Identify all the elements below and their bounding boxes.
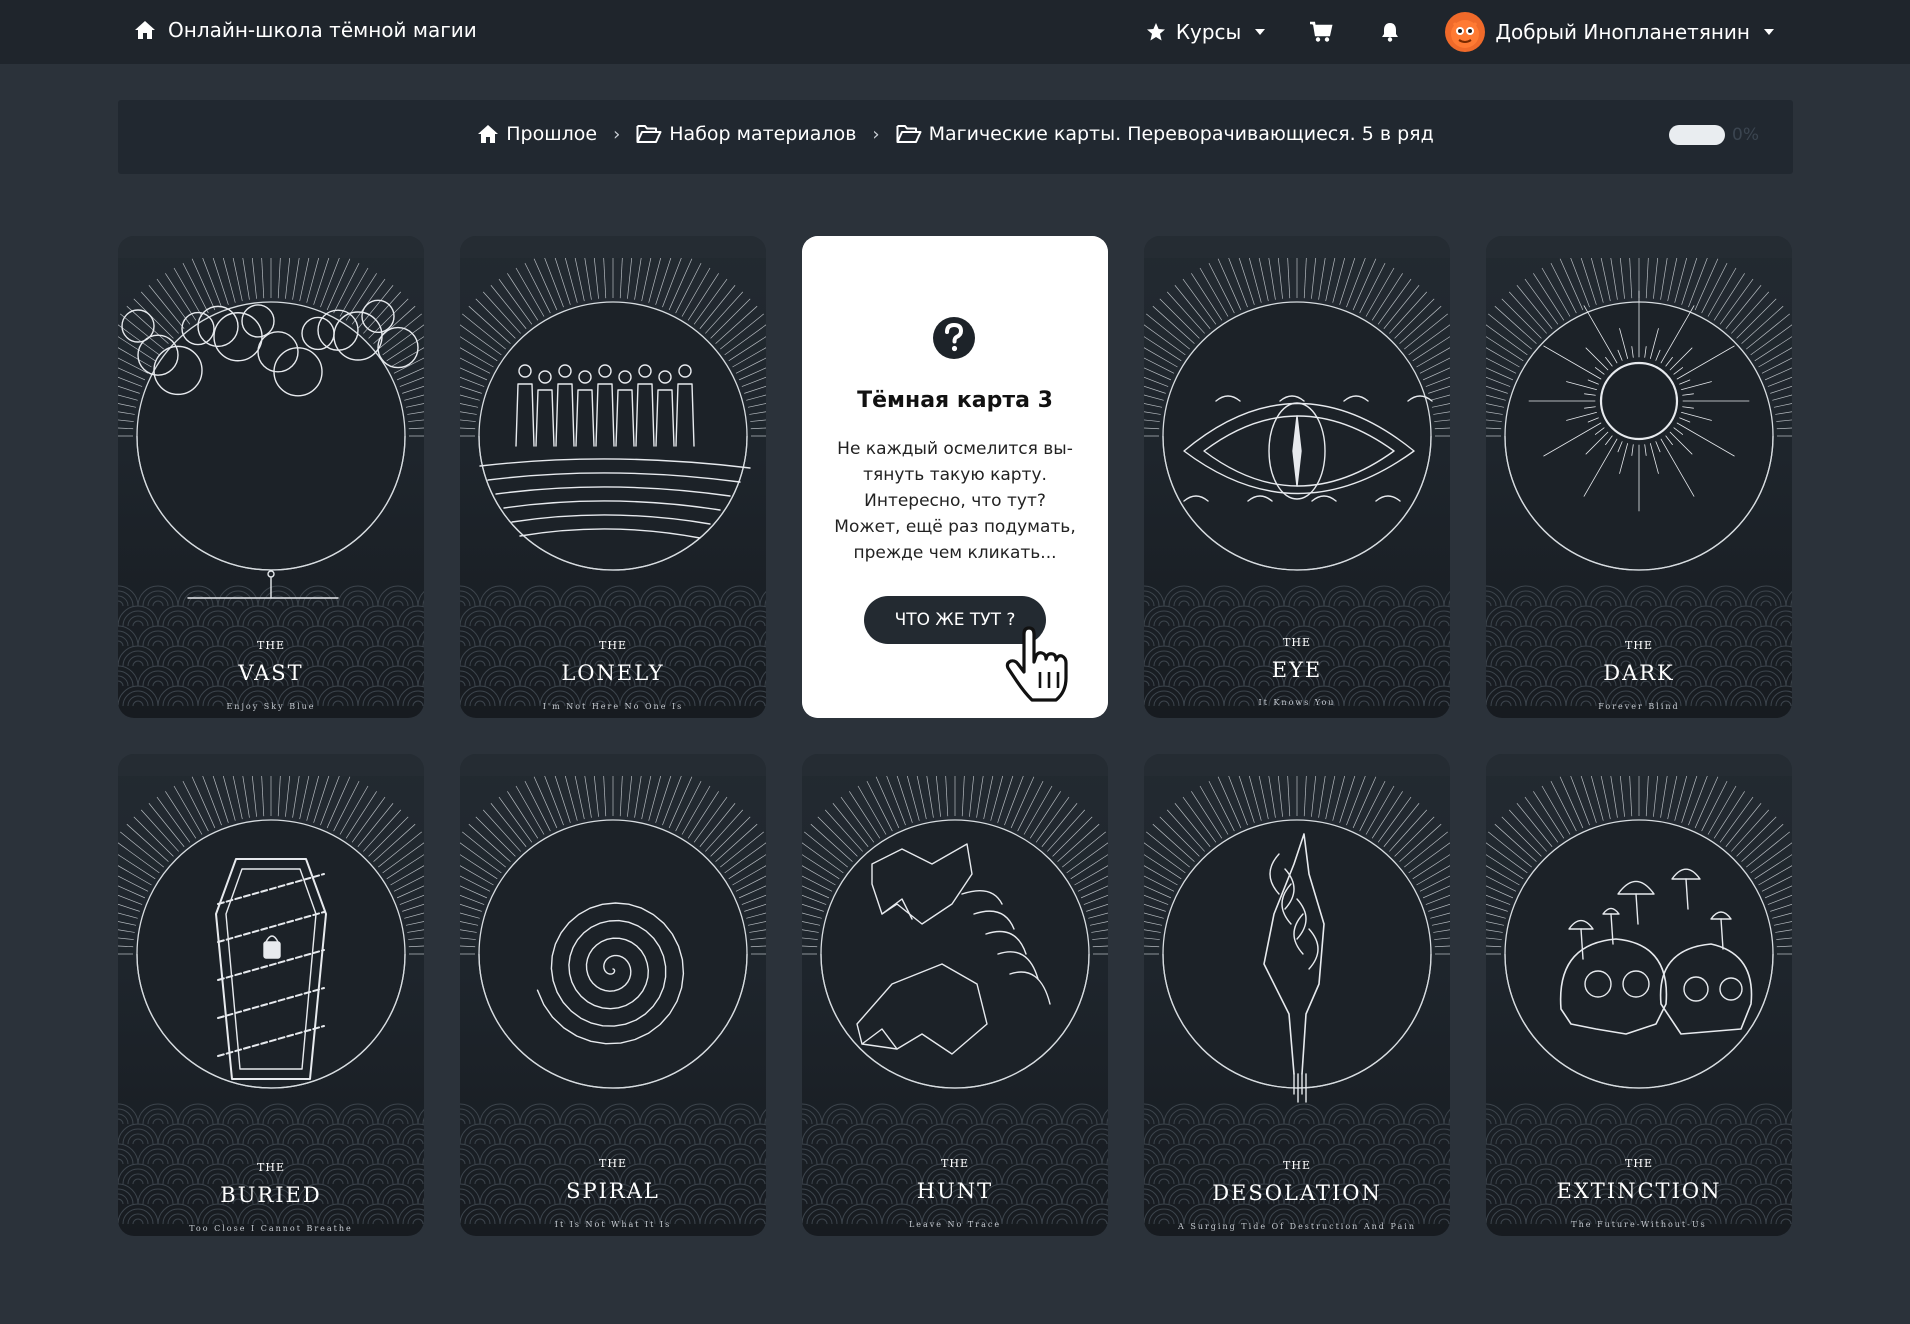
brand-title: Онлайн-школа тёмной магии [168,18,477,42]
tarot-card-eye[interactable]: THE EYE It Knows You [1144,236,1450,718]
card-subtitle: Leave No Trace [908,1220,1002,1229]
card-subtitle: A Surging Tide Of Destruction And Pain [1178,1222,1416,1231]
tarot-card-lonely[interactable]: THE LONELY I'm Not Here No One Is [460,236,766,718]
card-the-label: THE [1283,1159,1311,1172]
card-title: VAST [238,661,304,685]
bell-icon [1382,23,1399,42]
home-icon [478,125,499,143]
breadcrumb-item-past[interactable]: Прошлое [477,123,597,145]
caret-down-icon [1764,29,1774,35]
card-title: EXTINCTION [1556,1179,1722,1203]
card-subtitle: Enjoy Sky Blue [226,702,316,711]
star-icon [1146,23,1165,41]
card-the-label: THE [599,639,627,652]
card-back-line: тянуть такую карту. [863,465,1047,485]
tarot-card-dark[interactable]: THE DARK Forever Blind [1486,236,1792,718]
brand-link[interactable]: Онлайн-школа тёмной магии [134,18,477,42]
breadcrumb-item-cards[interactable]: Магические карты. Переворачивающиеся. 5 … [896,123,1434,145]
card-back-line: Может, ещё раз подумать, [834,517,1076,537]
breadcrumb-bar: Прошлое › Набор материалов › Магические … [118,100,1793,174]
tarot-card-buried[interactable]: THE BURIED Too Close I Cannot Breathe [118,754,424,1236]
home-icon [135,21,155,39]
breadcrumb-label: Магические карты. Переворачивающиеся. 5 … [928,123,1434,145]
monster-avatar-icon [1451,20,1480,48]
cart-button[interactable] [1309,21,1333,43]
courses-menu[interactable]: Курсы [1146,20,1266,44]
user-menu[interactable]: Добрый Инопланетянин [1445,12,1774,52]
tarot-card-vast[interactable]: THE VAST Enjoy Sky Blue [118,236,424,718]
breadcrumb-label: Прошлое [506,123,598,145]
card-the-label: THE [1625,1157,1653,1170]
card-title: DESOLATION [1212,1181,1382,1205]
cart-icon [1310,21,1333,42]
card-subtitle: It Is Not What It Is [554,1220,672,1229]
card-title: SPIRAL [566,1179,660,1203]
courses-label: Курсы [1175,20,1242,44]
chevron-right-icon: › [613,123,621,145]
card-title: DARK [1603,661,1675,685]
breadcrumb-label: Набор материалов [669,123,857,145]
card-back-line: Не каждый осмелится вы- [837,439,1073,459]
card-title: LONELY [561,661,665,685]
folder-open-icon [636,125,662,143]
card-the-label: THE [1283,636,1311,649]
card-the-label: THE [257,639,285,652]
tarot-card-desolation[interactable]: THE DESOLATION A Surging Tide Of Destructi… [1144,754,1450,1236]
chevron-right-icon: › [872,123,880,145]
tarot-card-hunt[interactable]: THE HUNT Leave No Trace [802,754,1108,1236]
avatar [1445,12,1486,52]
progress-bar [1669,125,1725,145]
card-title: BURIED [220,1183,322,1207]
question-circle-icon [933,317,975,359]
card-back-line: Интересно, что тут? [864,491,1046,511]
card-title: EYE [1271,658,1323,682]
pointer-hand-icon [1005,626,1068,702]
caret-down-icon [1255,29,1266,35]
top-navbar: Онлайн-школа тёмной магии Курсы Добрый И… [0,0,1910,64]
card-back-line: прежде чем кликать... [853,543,1057,563]
card-back-title: Тёмная карта 3 [857,388,1053,413]
tarot-card-spiral[interactable]: THE SPIRAL It Is Not What It Is [460,754,766,1236]
progress-label: 0% [1732,125,1759,145]
card-title: HUNT [916,1179,994,1203]
card-subtitle: I'm Not Here No One Is [542,702,684,711]
card-back-text: Не каждый осмелится вы-тянуть такую карт… [832,436,1078,566]
folder-open-icon [896,125,922,143]
tarot-card-extinction[interactable]: THE EXTINCTION The Future-Without-Us [1486,754,1792,1236]
card-back: Тёмная карта 3 Не каждый осмелится вы-тя… [802,236,1108,718]
card-the-label: THE [599,1157,627,1170]
card-subtitle: Too Close I Cannot Breathe [189,1224,353,1233]
breadcrumb-item-materials[interactable]: Набор материалов [636,123,856,145]
card-the-label: THE [257,1161,285,1174]
card-subtitle: Forever Blind [1598,702,1680,711]
card-subtitle: The Future-Without-Us [1571,1220,1707,1229]
user-name: Добрый Инопланетянин [1495,20,1750,44]
notifications-button[interactable] [1379,21,1401,43]
card-the-label: THE [941,1157,969,1170]
cards-grid: THE VAST Enjoy Sky Blue THE LONELY I'm Not He… [118,236,1792,1236]
card-the-label: THE [1625,639,1653,652]
card-subtitle: It Knows You [1258,698,1336,707]
breadcrumb: Прошлое › Набор материалов › Магические … [118,123,1793,145]
flipped-card[interactable]: Тёмная карта 3 Не каждый осмелится вы-тя… [802,236,1108,718]
